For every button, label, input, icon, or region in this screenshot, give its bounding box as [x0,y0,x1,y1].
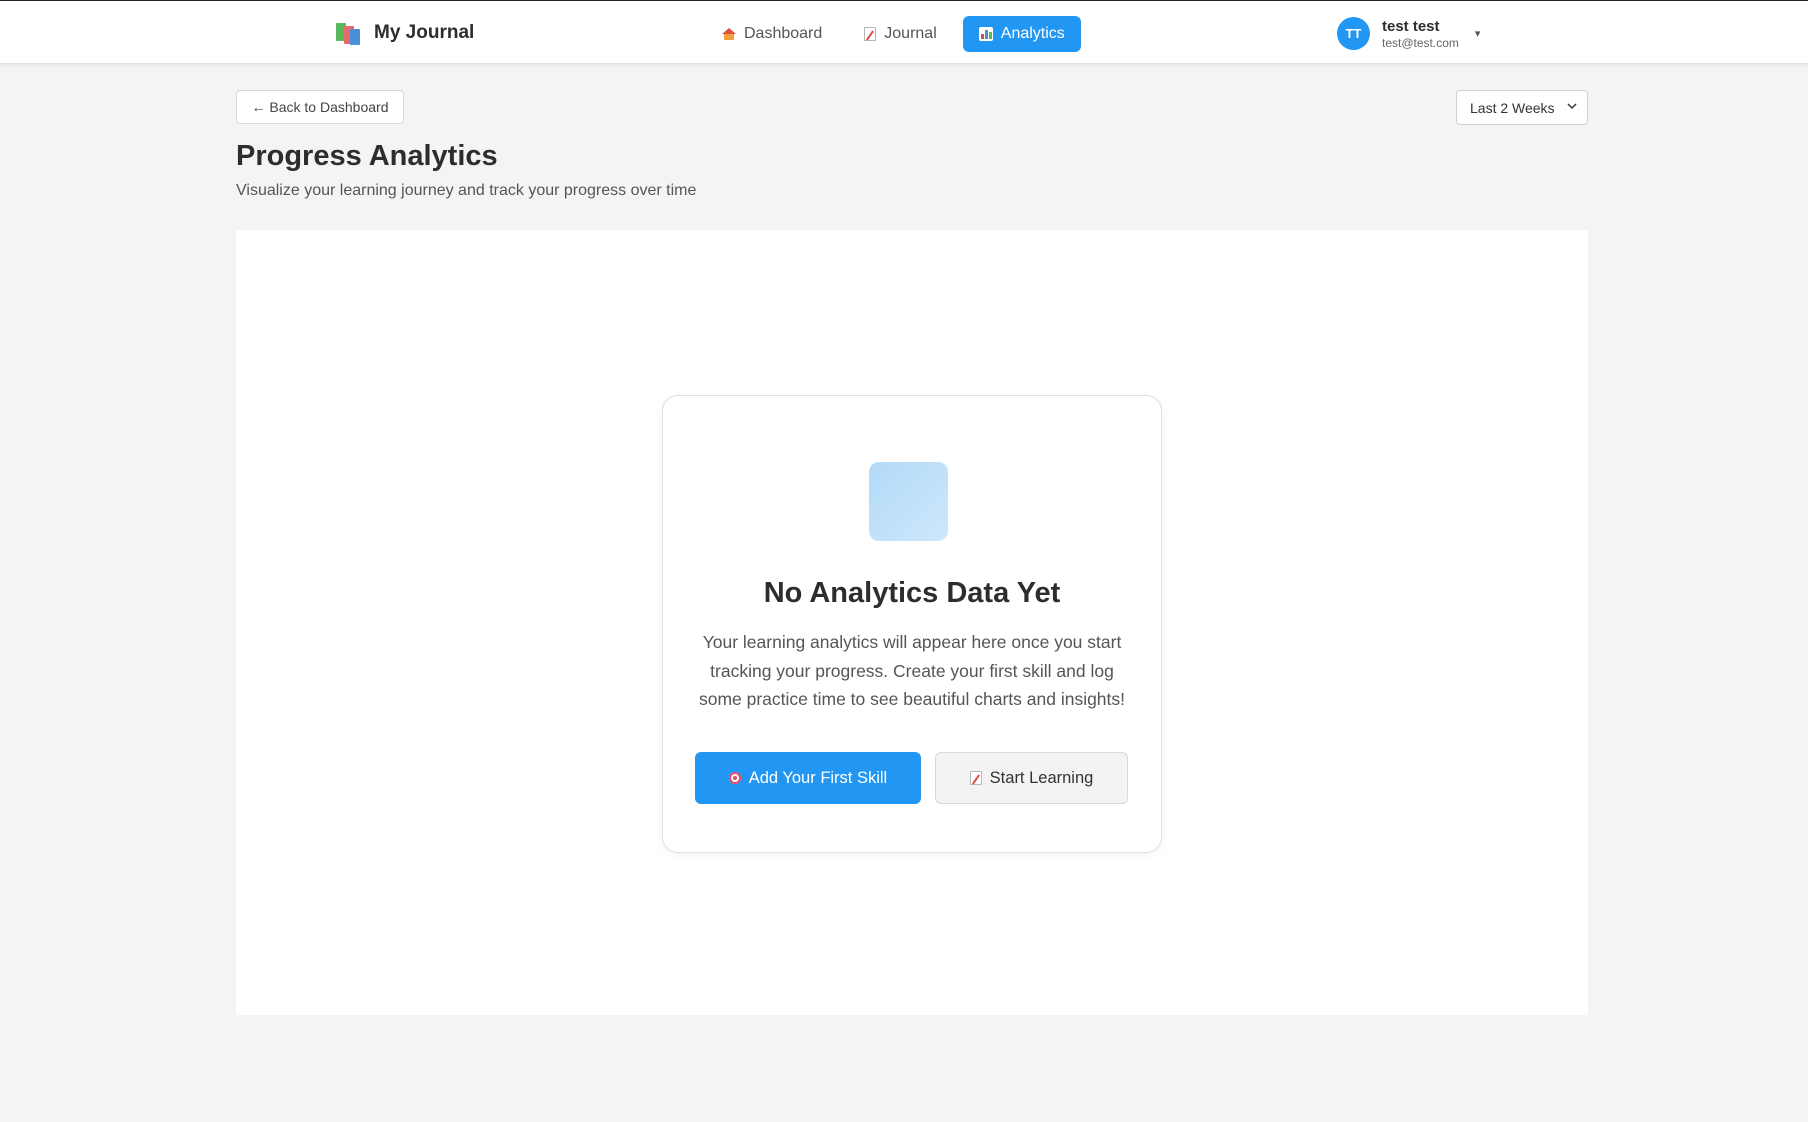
nav-item-label: Journal [884,25,937,42]
back-to-dashboard-button[interactable]: ← Back to Dashboard [236,90,404,124]
books-icon [336,21,362,45]
empty-state-title: No Analytics Data Yet [763,577,1061,609]
nav-item-analytics[interactable]: Analytics [962,16,1081,52]
nav-item-label: Analytics [1000,25,1065,42]
analytics-panel: No Analytics Data Yet Your learning anal… [236,230,1588,1015]
date-range-select[interactable]: Last 2 Weeks [1456,90,1588,125]
user-info: test test test@test.com [1382,19,1459,49]
placeholder-icon [869,462,948,541]
user-menu[interactable]: TT test test test@test.com ▾ [1337,17,1480,50]
main-nav: Dashboard Journal Analytics [706,16,1081,52]
house-icon [722,28,736,40]
chevron-down-icon [1567,100,1577,115]
user-name: test test [1382,17,1440,35]
target-icon [728,772,741,784]
memo-icon [864,27,877,41]
bar-chart-icon [978,27,993,41]
start-learning-button[interactable]: Start Learning [935,752,1128,804]
add-first-skill-label: Add Your First Skill [748,768,888,787]
user-email: test@test.com [1382,35,1459,50]
date-range-value: Last 2 Weeks [1470,99,1555,116]
page-title: Progress Analytics [236,140,498,172]
empty-state-card: No Analytics Data Yet Your learning anal… [662,395,1162,853]
nav-item-journal[interactable]: Journal [848,16,952,52]
brand[interactable]: My Journal [336,21,474,45]
empty-state-message: Your learning analytics will appear here… [698,632,1126,709]
chevron-down-icon[interactable]: ▾ [1475,27,1481,40]
start-learning-label: Start Learning [989,768,1094,787]
top-nav-bar: My Journal Dashboard Journal Analytics T… [0,0,1808,64]
page-subtitle: Visualize your learning journey and trac… [236,182,697,199]
nav-item-dashboard[interactable]: Dashboard [706,16,838,52]
nav-item-label: Dashboard [744,25,823,42]
add-first-skill-button[interactable]: Add Your First Skill [695,752,921,804]
app-title: My Journal [374,22,475,43]
memo-icon [969,771,982,785]
avatar: TT [1337,17,1370,50]
